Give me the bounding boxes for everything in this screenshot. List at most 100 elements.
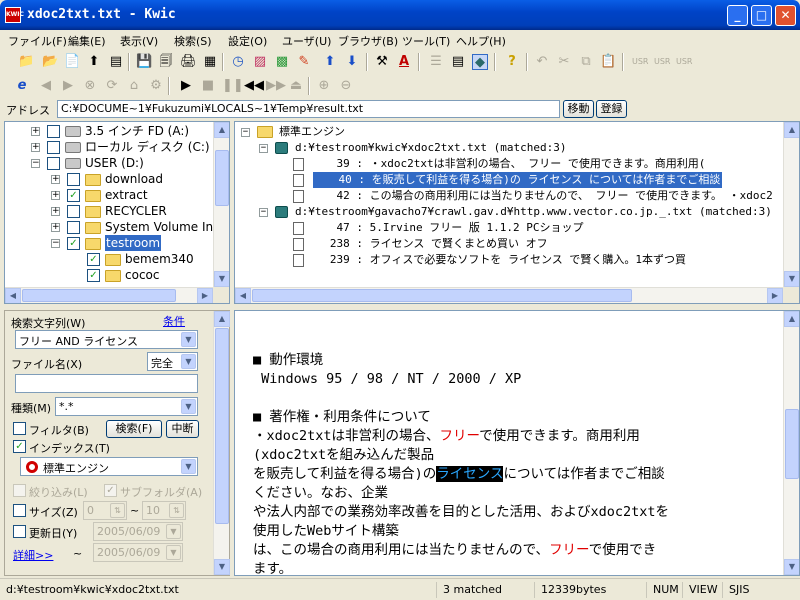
expand-icon[interactable]: +: [51, 175, 60, 184]
scroll-thumb[interactable]: [215, 328, 229, 524]
tree-checkbox[interactable]: [47, 125, 60, 138]
menu-view[interactable]: 表示(V): [120, 33, 158, 49]
register-button[interactable]: 登録: [596, 100, 627, 118]
tree-checkbox[interactable]: [67, 173, 80, 186]
expand-icon[interactable]: +: [31, 127, 40, 136]
arrow-down-icon[interactable]: ⬇: [344, 54, 360, 70]
chart-icon[interactable]: ▩: [274, 54, 290, 70]
tree-vertical-scrollbar[interactable]: ▲ ▼: [213, 122, 229, 287]
condition-link[interactable]: 条件: [163, 313, 185, 329]
result-line[interactable]: 42 : この場合の商用利用には当たりませんので、 フリー で使用できます。 ・…: [277, 188, 797, 204]
scroll-up-icon[interactable]: ▲: [784, 311, 799, 327]
rewind-icon[interactable]: ◀◀: [244, 78, 264, 94]
viewer-text[interactable]: ■ 動作環境 Windows 95 / 98 / NT / 2000 / XP …: [253, 351, 743, 575]
scroll-thumb[interactable]: [785, 409, 799, 479]
clock-icon[interactable]: ◷: [230, 54, 246, 70]
tree-item[interactable]: ✓ cococ: [5, 267, 213, 283]
tree-item[interactable]: − USER (D:): [5, 155, 213, 171]
arrow-up-icon[interactable]: ⬆: [322, 54, 338, 70]
scroll-right-icon[interactable]: ▶: [197, 288, 213, 303]
narrow-checkbox[interactable]: [13, 484, 26, 497]
tree-checkbox[interactable]: ✓: [87, 269, 100, 282]
close-button[interactable]: ✕: [775, 5, 796, 26]
tree-item[interactable]: +3.5 インチ FD (A:): [5, 123, 213, 139]
zoom-in-icon[interactable]: ⊕: [316, 78, 332, 94]
date-from-input[interactable]: 2005/06/09 ▼: [93, 522, 183, 541]
minimize-button[interactable]: _: [727, 5, 748, 26]
chevron-down-icon[interactable]: ▼: [166, 524, 181, 539]
chevron-down-icon[interactable]: ▼: [181, 459, 196, 474]
tree-checkbox[interactable]: ✓: [67, 189, 80, 202]
address-input[interactable]: C:¥DOCUME~1¥Fukuzumi¥LOCALS~1¥Temp¥resul…: [57, 100, 560, 118]
scroll-down-icon[interactable]: ▼: [784, 559, 799, 575]
result-line[interactable]: 239 : オフィスで必要なソフトを ライセンス で賢く購入。1本ずつ買: [277, 252, 797, 268]
scroll-down-icon[interactable]: ▼: [214, 271, 229, 287]
menu-file[interactable]: ファイル(F): [8, 33, 67, 49]
scroll-left-icon[interactable]: ◀: [5, 288, 21, 303]
scroll-thumb[interactable]: [215, 150, 229, 206]
result-line[interactable]: 47 : 5.Irvine フリー 版 1.1.2 PCショップ: [277, 220, 797, 236]
print-preview-icon[interactable]: 🗐: [158, 54, 174, 70]
scroll-down-icon[interactable]: ▼: [784, 271, 799, 287]
scroll-up-icon[interactable]: ▲: [784, 122, 799, 138]
subfolder-checkbox[interactable]: ✓: [104, 484, 117, 497]
type-select[interactable]: *.* ▼: [55, 397, 198, 416]
print-icon[interactable]: 🖨: [180, 54, 197, 70]
tree-checkbox[interactable]: [47, 141, 60, 154]
search-button[interactable]: 検索(F): [106, 420, 162, 438]
tree-item[interactable]: + RECYCLER: [5, 203, 213, 219]
highlight-icon[interactable]: ✎: [296, 54, 312, 70]
expand-icon[interactable]: +: [31, 143, 40, 152]
chevron-down-icon[interactable]: ▼: [181, 332, 196, 347]
favorites-icon[interactable]: ⚙: [148, 78, 164, 94]
book-view-icon[interactable]: ◆: [472, 54, 488, 70]
keyword-input[interactable]: フリー AND ライセンス ▼: [15, 330, 198, 349]
refresh-icon[interactable]: ⟳: [104, 78, 120, 94]
new-folder-icon[interactable]: 📁: [18, 54, 34, 70]
image-view-icon[interactable]: ▨: [252, 54, 268, 70]
search-panel-scrollbar[interactable]: ▲ ▼: [213, 311, 230, 575]
pause-icon[interactable]: ❚❚: [222, 78, 244, 94]
user-tool-2-icon[interactable]: USR: [654, 54, 671, 70]
move-button[interactable]: 移動: [563, 100, 594, 118]
home-icon[interactable]: ⌂: [126, 78, 142, 94]
tree-checkbox[interactable]: [67, 221, 80, 234]
tools-icon[interactable]: ⚒: [374, 54, 390, 70]
chevron-down-icon[interactable]: ▼: [181, 399, 196, 414]
fast-forward-icon[interactable]: ▶▶: [266, 78, 286, 94]
menu-edit[interactable]: 編集(E): [68, 33, 106, 49]
open-folder-icon[interactable]: 📂: [42, 54, 58, 70]
tree-item[interactable]: + ローカル ディスク (C:): [5, 139, 213, 155]
user-tool-3-icon[interactable]: USR: [676, 54, 693, 70]
new-document-icon[interactable]: 📄: [64, 54, 80, 70]
tree-view-icon[interactable]: ☰: [428, 54, 444, 70]
engine-select[interactable]: 標準エンジン ▼: [20, 457, 198, 476]
forward-icon[interactable]: ▶: [60, 78, 76, 94]
copy-icon[interactable]: ⧉: [578, 54, 594, 70]
undo-icon[interactable]: ↶: [534, 54, 550, 70]
tree-item[interactable]: + System Volume Information: [5, 219, 229, 235]
collapse-icon[interactable]: −: [241, 128, 250, 137]
scroll-up-icon[interactable]: ▲: [214, 311, 230, 327]
date-checkbox[interactable]: [13, 525, 26, 538]
expand-icon[interactable]: +: [51, 207, 60, 216]
spinner-icon[interactable]: ⇅: [169, 503, 184, 518]
date-to-input[interactable]: 2005/06/09 ▼: [93, 543, 183, 562]
maximize-button[interactable]: □: [751, 5, 772, 26]
zoom-out-icon[interactable]: ⊖: [338, 78, 354, 94]
menu-search[interactable]: 検索(S): [174, 33, 212, 49]
spinner-icon[interactable]: ⇅: [110, 503, 125, 518]
result-line[interactable]: 39 : ・xdoc2txtは非営利の場合、 フリー で使用できます。商用利用(: [277, 156, 797, 172]
font-icon[interactable]: A: [396, 54, 412, 70]
viewer-scrollbar[interactable]: ▲ ▼: [783, 311, 799, 575]
size-to-input[interactable]: 10 ⇅: [142, 501, 186, 520]
stop-button[interactable]: 中断: [166, 420, 199, 438]
help-icon[interactable]: ?: [504, 54, 520, 70]
list-view-icon[interactable]: ▤: [450, 54, 466, 70]
scroll-thumb[interactable]: [252, 289, 632, 302]
collapse-icon[interactable]: −: [51, 239, 60, 248]
tree-checkbox[interactable]: ✓: [67, 237, 80, 250]
menu-help[interactable]: ヘルプ(H): [456, 33, 506, 49]
tree-item[interactable]: ✓ bemem340: [5, 251, 213, 267]
collapse-icon[interactable]: −: [31, 159, 40, 168]
